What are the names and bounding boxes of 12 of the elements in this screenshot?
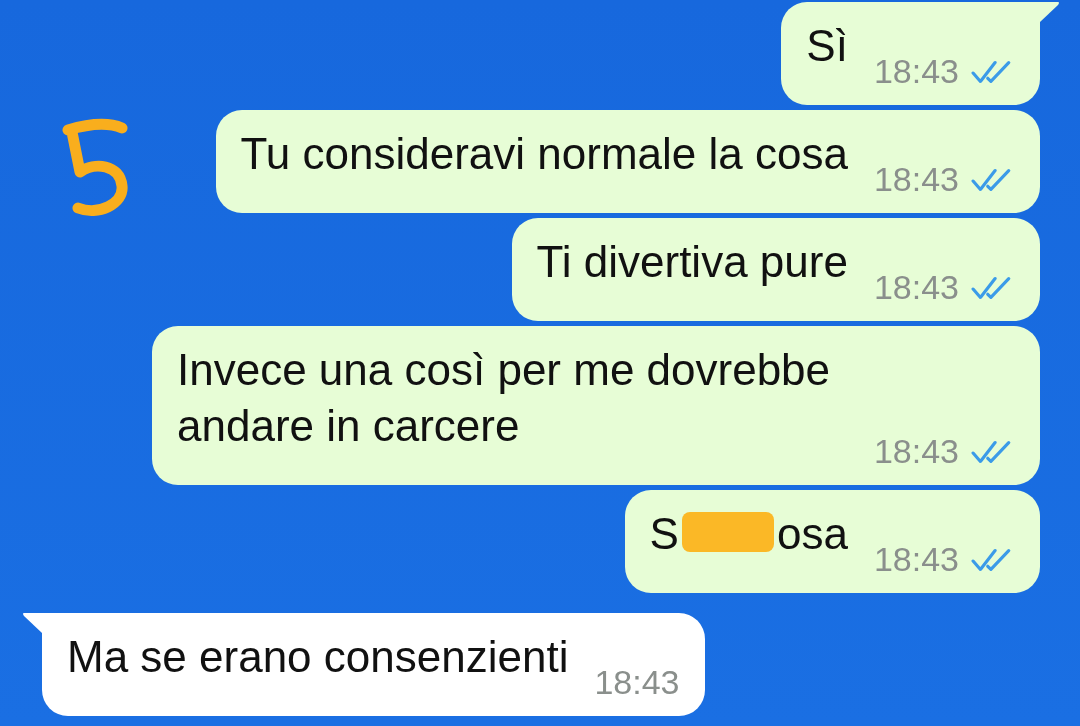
message-time: 18:43 [873,268,959,307]
message-text: S osa [649,508,848,560]
message-text: Ti divertiva pure [536,236,848,288]
message-time: 18:43 [873,432,959,471]
message-text: Ma se erano consenzienti [67,631,569,683]
message-time: 18:43 [594,663,680,702]
message-time: 18:43 [873,160,959,199]
message-text: Sì [806,20,848,72]
message-text: Invece una così per me dovrebbe andare in carcere [177,344,832,452]
message-time: 18:43 [873,52,959,91]
message-text: Tu consideravi normale la cosa [240,128,848,180]
message-time: 18:43 [873,540,959,579]
